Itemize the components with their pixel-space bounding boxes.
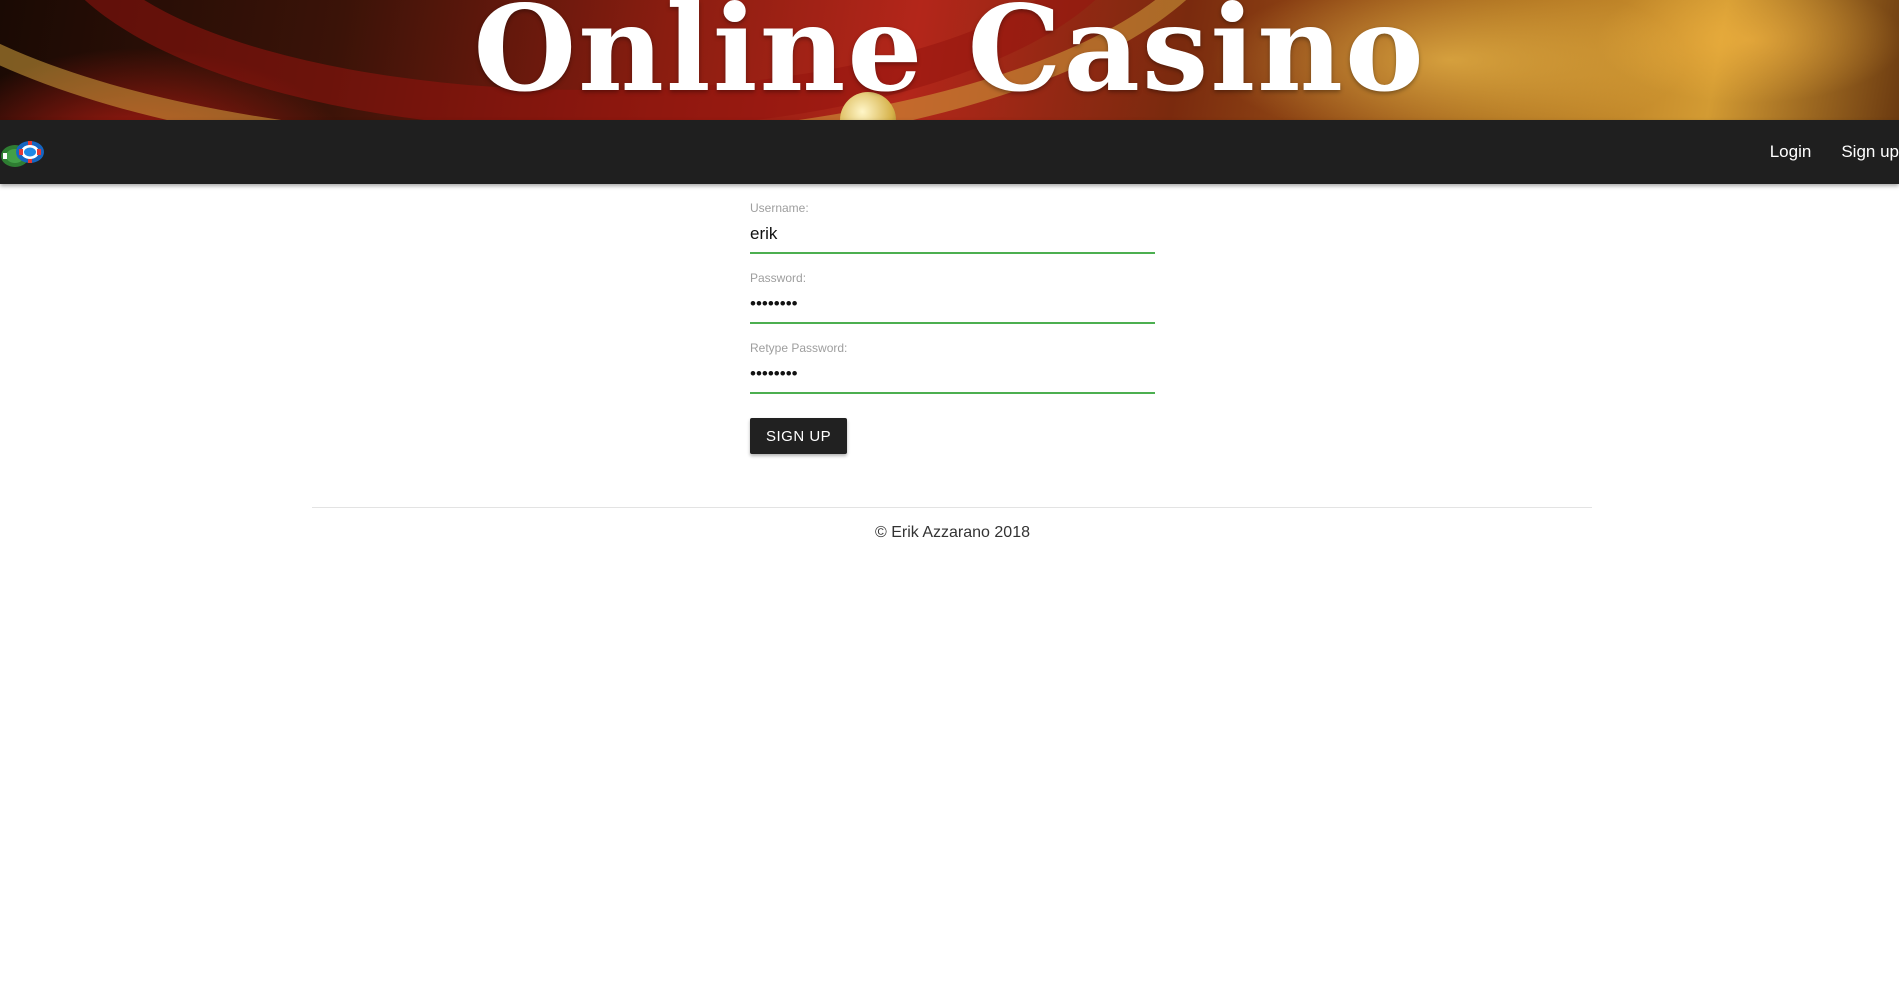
password-field-group: Password: bbox=[750, 270, 1155, 324]
username-label: Username: bbox=[750, 201, 809, 215]
header-banner: Online Casino bbox=[0, 0, 1899, 120]
footer-divider bbox=[312, 507, 1592, 508]
nav-links: Login Sign up bbox=[1755, 120, 1899, 184]
retype-password-label: Retype Password: bbox=[750, 341, 848, 355]
signup-form: Username: Password: Retype Password: SIG… bbox=[750, 200, 1155, 454]
poker-chips-icon[interactable] bbox=[0, 132, 48, 172]
site-title: Online Casino bbox=[473, 0, 1426, 118]
navbar: Login Sign up bbox=[0, 120, 1899, 184]
retype-password-field-group: Retype Password: bbox=[750, 340, 1155, 394]
password-input[interactable] bbox=[750, 286, 1155, 324]
signup-button[interactable]: SIGN UP bbox=[750, 418, 848, 454]
username-field-group: Username: bbox=[750, 200, 1155, 254]
retype-password-input[interactable] bbox=[750, 356, 1155, 394]
password-label: Password: bbox=[750, 271, 807, 285]
nav-signup-link[interactable]: Sign up bbox=[1826, 142, 1899, 162]
footer-copyright: © Erik Azzarano 2018 bbox=[875, 524, 1030, 541]
username-input[interactable] bbox=[750, 216, 1155, 254]
nav-login-link[interactable]: Login bbox=[1755, 142, 1827, 162]
